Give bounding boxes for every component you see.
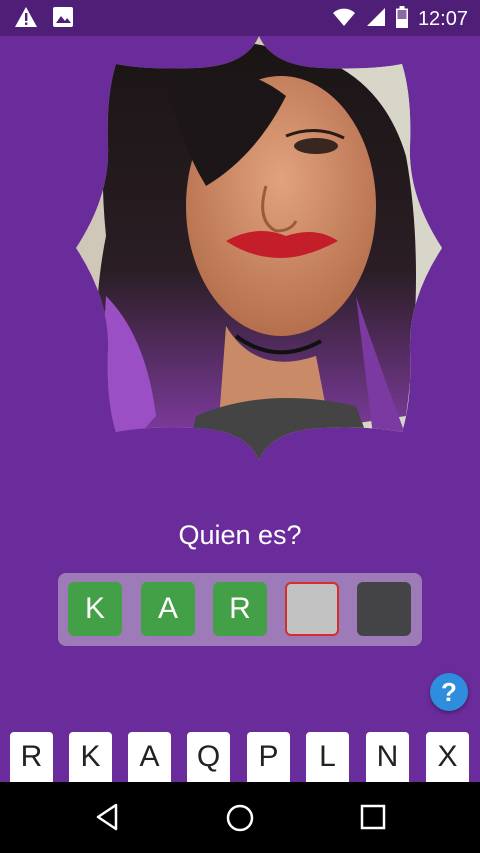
answer-slot-3[interactable]: R: [213, 582, 267, 636]
warning-icon: [14, 6, 38, 33]
answer-slots: K A R: [58, 573, 422, 646]
letter-key[interactable]: A: [128, 732, 171, 782]
answer-slot-2[interactable]: A: [141, 582, 195, 636]
signal-icon: [366, 7, 386, 32]
navigation-bar: [0, 782, 480, 853]
answer-slot-4[interactable]: [285, 582, 339, 636]
letter-key[interactable]: K: [69, 732, 112, 782]
home-icon[interactable]: [224, 802, 256, 839]
image-icon: [52, 6, 74, 33]
letter-key[interactable]: P: [247, 732, 290, 782]
answer-slot-1[interactable]: K: [68, 582, 122, 636]
letter-key[interactable]: L: [306, 732, 349, 782]
letter-key[interactable]: Q: [187, 732, 230, 782]
battery-icon: [395, 6, 408, 33]
recents-icon[interactable]: [360, 804, 386, 835]
letter-key[interactable]: N: [366, 732, 409, 782]
letter-key[interactable]: R: [10, 732, 53, 782]
back-icon[interactable]: [92, 802, 122, 837]
quiz-photo: [76, 36, 442, 460]
clock: 12:07: [417, 8, 468, 30]
help-button[interactable]: ?: [430, 673, 468, 711]
status-bar: 12:07: [0, 0, 480, 36]
question-text: Quien es?: [178, 520, 302, 550]
letter-key[interactable]: X: [426, 732, 469, 782]
wifi-icon: [332, 7, 356, 32]
letter-keyboard: R K A Q P L N X: [0, 732, 480, 782]
answer-slot-5[interactable]: [357, 582, 411, 636]
